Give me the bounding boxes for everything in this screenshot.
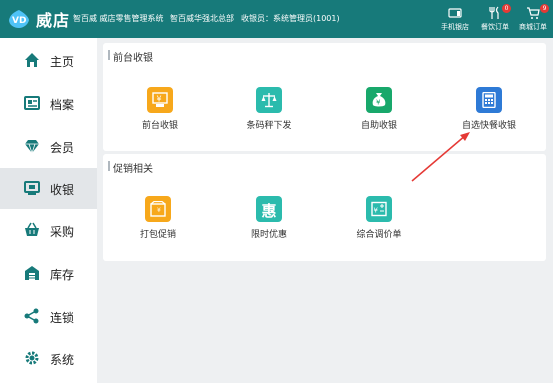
- annotation-arrow: [411, 132, 470, 182]
